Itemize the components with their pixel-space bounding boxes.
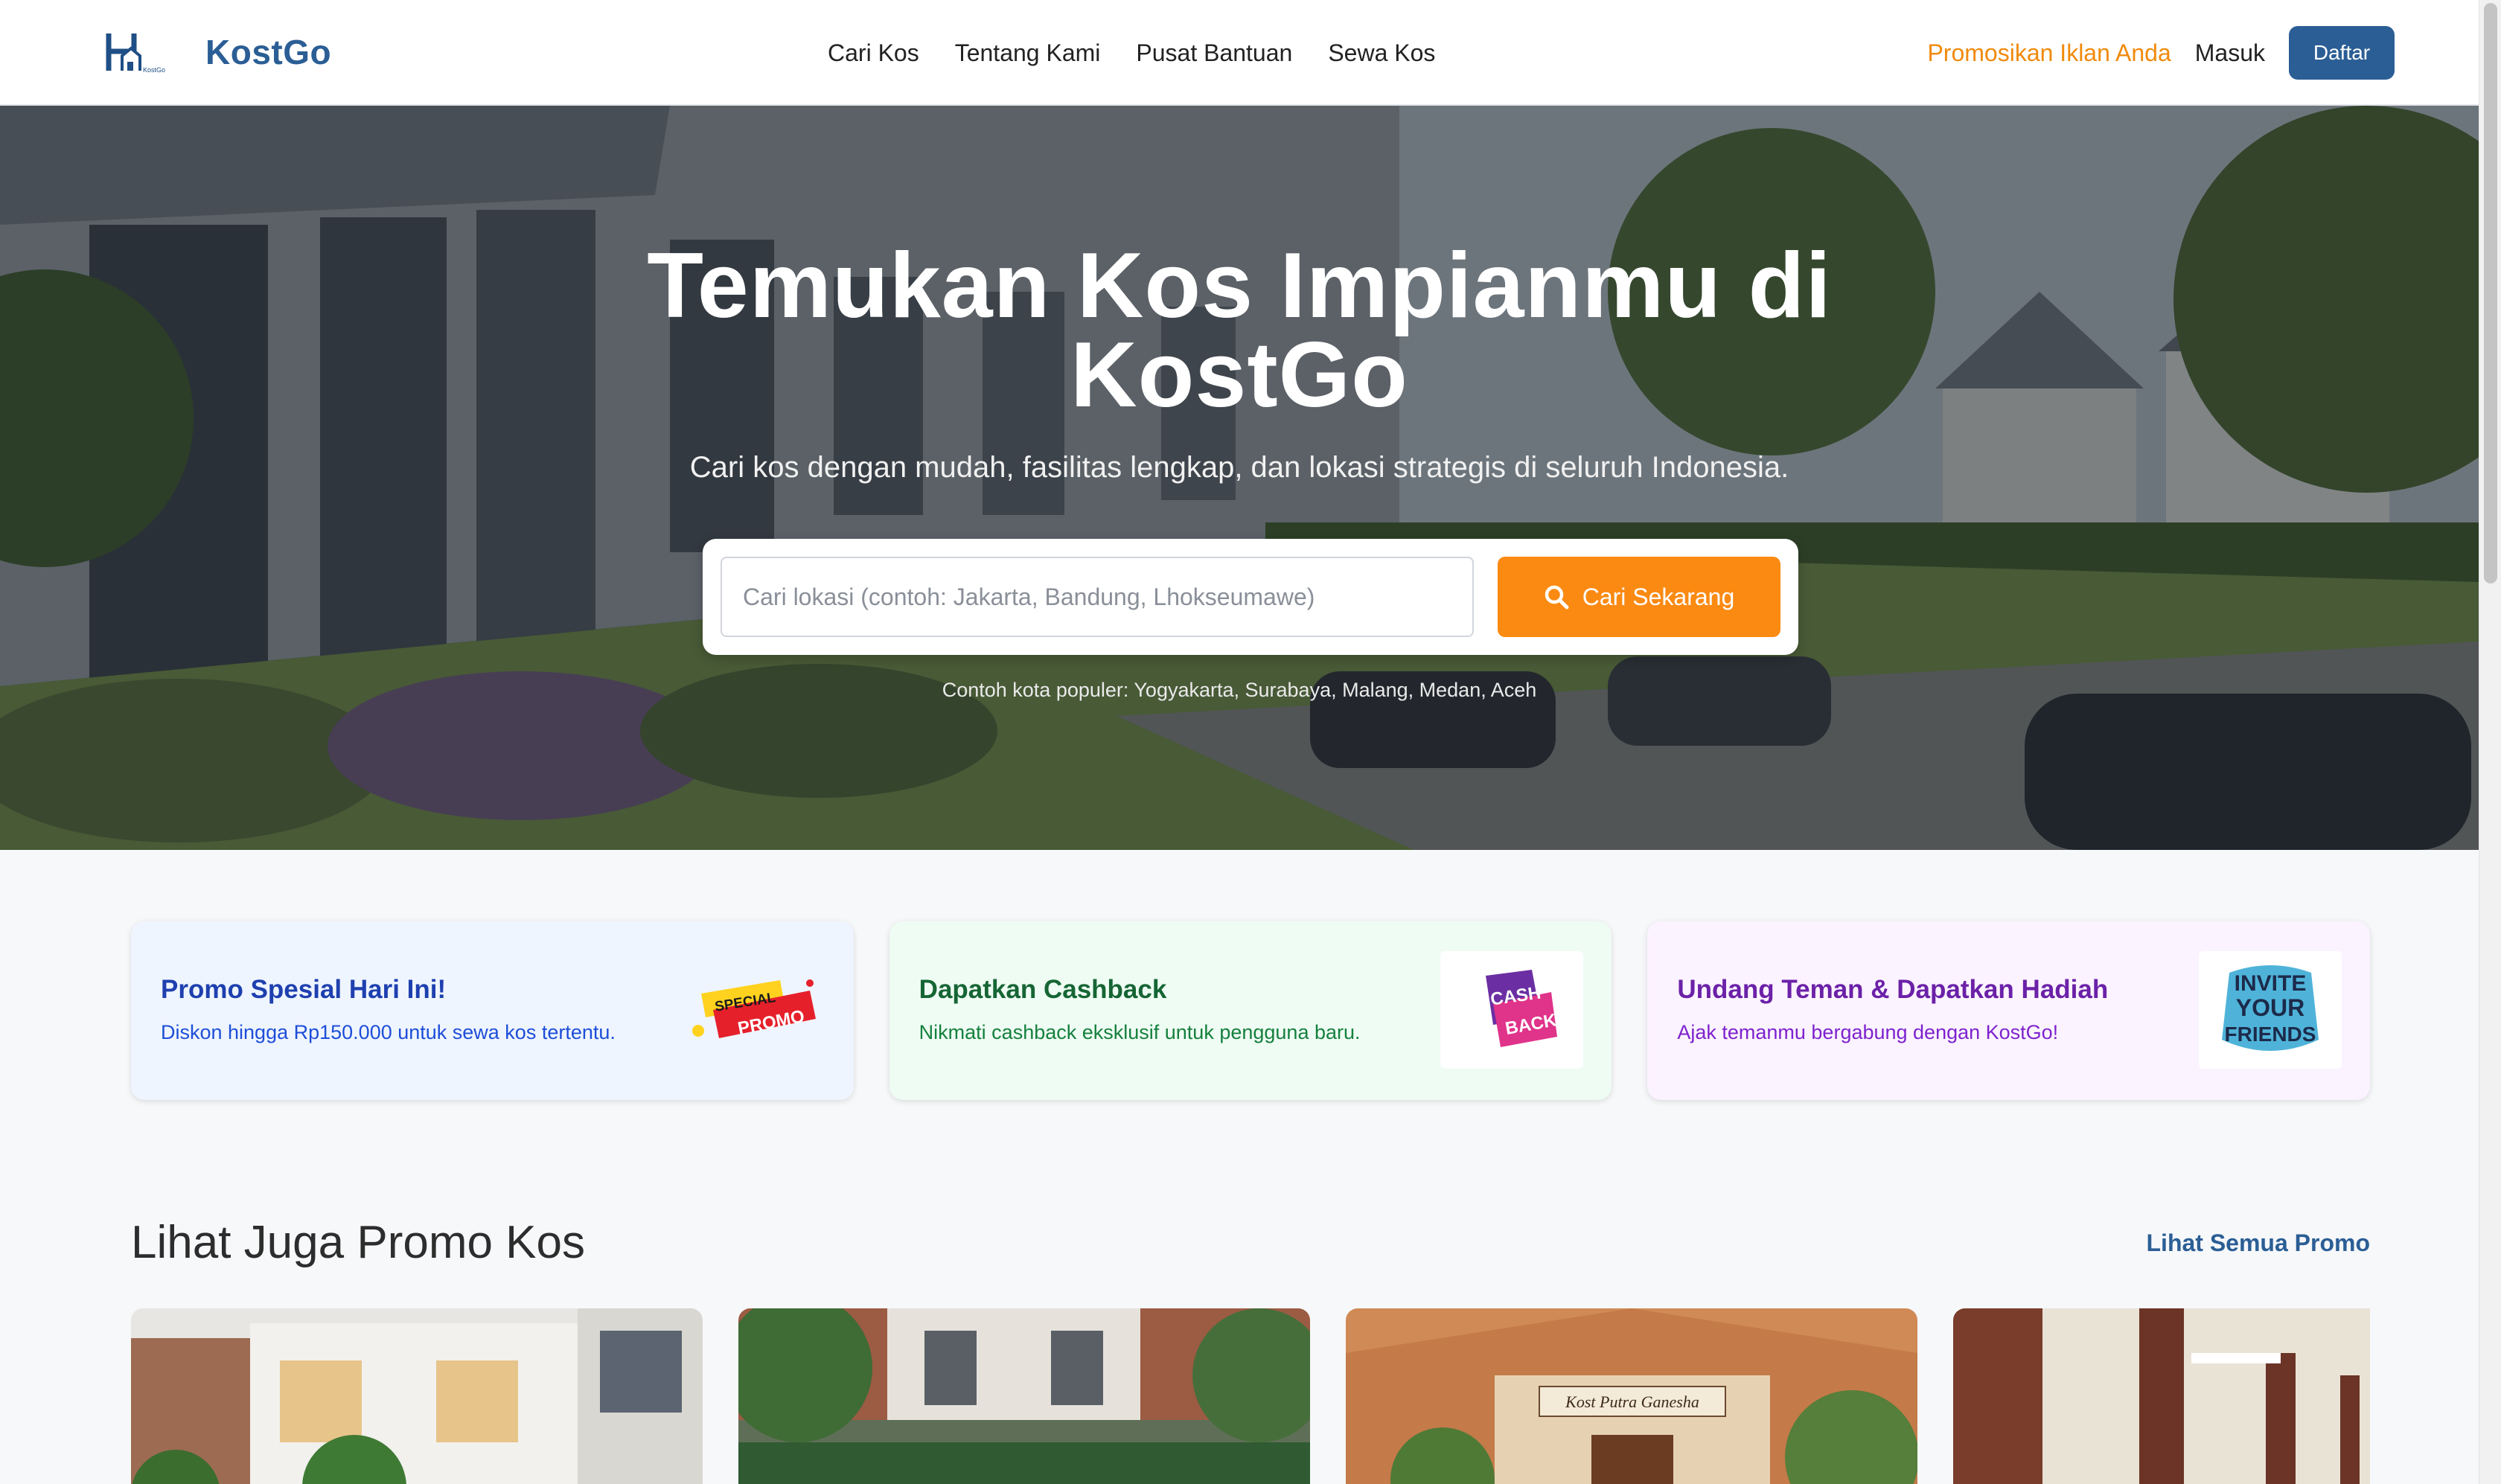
main-nav: Cari Kos Tentang Kami Pusat Bantuan Sewa…	[828, 0, 1435, 106]
page-scrollbar[interactable]	[2479, 0, 2501, 1484]
promo-card-cashback[interactable]: Dapatkan Cashback Nikmati cashback ekskl…	[889, 921, 1612, 1100]
nav-actions: Promosikan Iklan Anda Masuk Daftar	[1927, 0, 2395, 106]
svg-text:INVITE: INVITE	[2235, 971, 2307, 996]
top-navbar: KostGo KostGo Cari Kos Tentang Kami Pusa…	[0, 0, 2479, 106]
kos-sign-text: Kost Putra Ganesha	[1565, 1392, 1699, 1411]
hero-title: Temukan Kos Impianmu di KostGo	[0, 240, 2479, 421]
promo-cards: Promo Spesial Hari Ini! Diskon hingga Rp…	[131, 921, 2371, 1100]
popular-cities-text: Contoh kota populer: Yogyakarta, Surabay…	[942, 679, 1537, 701]
kos-card[interactable]	[738, 1308, 1310, 1484]
location-search-input[interactable]	[721, 557, 1474, 637]
search-box: Cari Sekarang	[703, 539, 1798, 655]
cashback-badge: CASH BACK	[1440, 951, 1584, 1069]
kos-photo-image	[1953, 1308, 2370, 1484]
search-icon	[1545, 585, 1569, 610]
hero-title-line1: Temukan Kos Impianmu di	[647, 234, 1832, 337]
brand[interactable]: KostGo KostGo	[104, 28, 331, 77]
scrollbar-thumb[interactable]	[2484, 3, 2497, 583]
hero-content: Temukan Kos Impianmu di KostGo Cari kos …	[0, 106, 2479, 850]
section-title: Lihat Juga Promo Kos	[131, 1217, 586, 1268]
nav-link-tentang-kami[interactable]: Tentang Kami	[955, 39, 1101, 67]
search-button[interactable]: Cari Sekarang	[1498, 557, 1780, 637]
register-button[interactable]: Daftar	[2289, 26, 2395, 80]
kos-card[interactable]	[131, 1308, 703, 1484]
promote-ad-link[interactable]: Promosikan Iklan Anda	[1927, 39, 2171, 67]
kos-promo-list: Kost Putra Ganesha	[131, 1308, 2370, 1484]
hero-banner: Temukan Kos Impianmu di KostGo Cari kos …	[0, 106, 2479, 850]
invite-friends-badge: INVITE YOUR FRIENDS	[2199, 951, 2342, 1069]
login-link[interactable]: Masuk	[2195, 39, 2265, 67]
promo-card-special[interactable]: Promo Spesial Hari Ini! Diskon hingga Rp…	[131, 921, 854, 1100]
kos-photo-image	[131, 1308, 703, 1484]
hero-title-line2: KostGo	[1070, 324, 1408, 426]
nav-link-cari-kos[interactable]: Cari Kos	[828, 39, 919, 67]
search-button-label: Cari Sekarang	[1582, 583, 1735, 610]
kos-card[interactable]: Kost Putra Ganesha	[1346, 1308, 1917, 1484]
nav-link-sewa-kos[interactable]: Sewa Kos	[1328, 39, 1435, 67]
promo-card-invite[interactable]: Undang Teman & Dapatkan Hadiah Ajak tema…	[1647, 921, 2371, 1100]
svg-text:KostGo: KostGo	[143, 66, 165, 74]
kos-card[interactable]	[1953, 1308, 2370, 1484]
nav-link-pusat-bantuan[interactable]: Pusat Bantuan	[1136, 39, 1292, 67]
svg-text:FRIENDS: FRIENDS	[2225, 1023, 2316, 1046]
invite-friends-badge-icon: INVITE YOUR FRIENDS	[2222, 965, 2319, 1051]
kos-photo-image: Kost Putra Ganesha	[1346, 1308, 1917, 1484]
special-promo-badge-icon: SPECIAL PROMO	[691, 979, 816, 1039]
kostgo-logo-icon: KostGo	[106, 33, 165, 74]
special-promo-badge: SPECIAL PROMO	[683, 951, 825, 1069]
svg-text:YOUR: YOUR	[2236, 994, 2304, 1021]
hero-subtitle: Cari kos dengan mudah, fasilitas lengkap…	[689, 451, 1789, 484]
cashback-badge-icon: CASH BACK	[1486, 970, 1559, 1047]
kos-photo-image	[738, 1308, 1310, 1484]
see-all-promo-link[interactable]: Lihat Semua Promo	[2147, 1229, 2371, 1257]
brand-name: KostGo	[205, 33, 332, 71]
